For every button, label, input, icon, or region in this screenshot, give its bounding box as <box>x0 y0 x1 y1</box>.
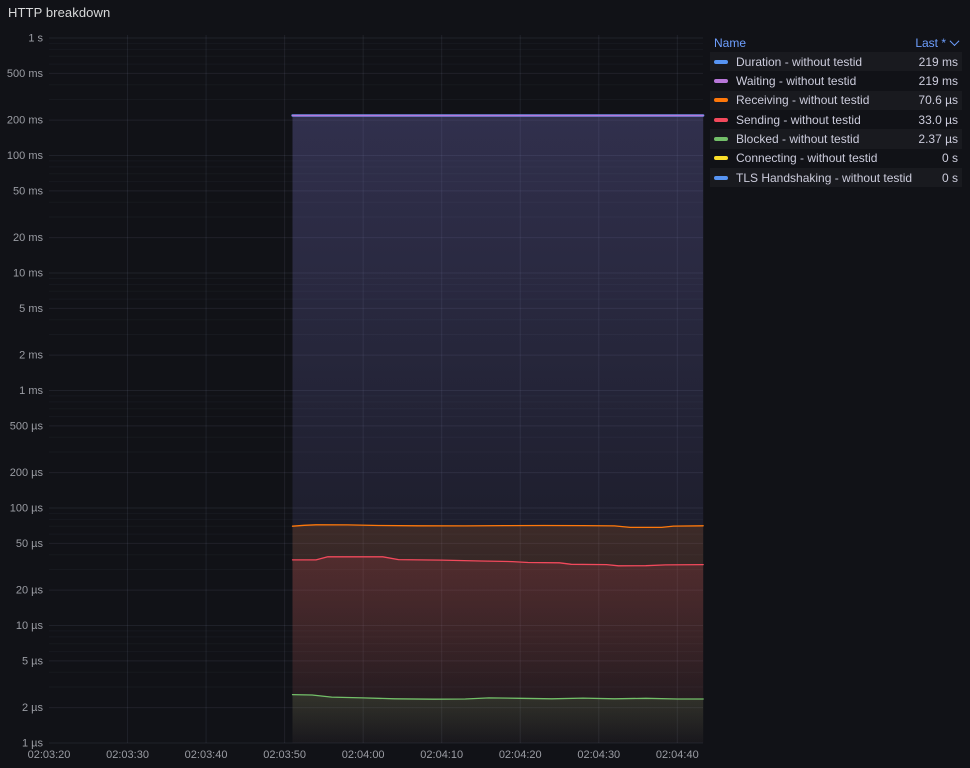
chevron-down-icon <box>949 36 960 47</box>
legend-sort-last[interactable]: Last * <box>915 35 960 50</box>
series-color-swatch[interactable] <box>714 175 728 180</box>
grafana-panel: HTTP breakdown 1 s 500 ms 200 ms 100 ms 50 m… <box>0 0 970 768</box>
y-tick-label: 200 ms <box>7 115 44 127</box>
x-tick-label: 02:04:20 <box>499 749 542 761</box>
series-color-swatch[interactable] <box>714 137 728 142</box>
series-name: Sending - without testid <box>736 112 861 127</box>
y-tick-label: 2 ms <box>19 350 43 362</box>
y-tick-label: 10 µs <box>16 620 44 632</box>
series-color-swatch[interactable] <box>714 156 728 161</box>
series-last-value: 0 s <box>941 151 958 166</box>
y-tick-label: 500 µs <box>10 420 44 432</box>
legend-rows: Duration - without testid 219 ms Waiting… <box>710 52 962 187</box>
series-last-value: 219 ms <box>918 74 958 89</box>
series-color-swatch[interactable] <box>714 117 728 122</box>
y-tick-label: 5 ms <box>19 303 43 315</box>
legend-header: Name Last * <box>710 33 962 52</box>
series-last-value: 0 s <box>941 170 958 185</box>
y-tick-label: 10 ms <box>13 268 43 280</box>
x-tick-label: 02:04:00 <box>342 749 385 761</box>
legend-row-receiving[interactable]: Receiving - without testid 70.6 µs <box>710 91 962 110</box>
series-name: Waiting - without testid <box>736 74 857 89</box>
y-tick-label: 50 ms <box>13 185 43 197</box>
series-name: Blocked - without testid <box>736 132 860 147</box>
series-name: TLS Handshaking - without testid <box>736 170 913 185</box>
legend-row-blocked[interactable]: Blocked - without testid 2.37 µs <box>710 129 962 148</box>
series-color-swatch[interactable] <box>714 98 728 103</box>
y-tick-label: 1 s <box>28 33 43 45</box>
legend-table: Name Last * Duration - without testid 21… <box>710 33 962 187</box>
series-last-value: 33.0 µs <box>918 112 958 127</box>
y-tick-label: 200 µs <box>10 467 44 479</box>
x-tick-label: 02:03:30 <box>106 749 149 761</box>
y-tick-label: 1 ms <box>19 385 43 397</box>
legend-row-waiting[interactable]: Waiting - without testid 219 ms <box>710 71 962 90</box>
legend-row-connecting[interactable]: Connecting - without testid 0 s <box>710 149 962 168</box>
series-name: Receiving - without testid <box>736 93 870 108</box>
y-tick-label: 100 µs <box>10 503 44 515</box>
series-last-value: 70.6 µs <box>918 93 958 108</box>
y-tick-label: 2 µs <box>22 702 44 714</box>
x-tick-label: 02:03:50 <box>263 749 306 761</box>
series-fill <box>292 694 704 743</box>
y-tick-label: 20 µs <box>16 585 44 597</box>
y-tick-label: 5 µs <box>22 655 44 667</box>
x-tick-label: 02:04:30 <box>577 749 620 761</box>
series-name: Duration - without testid <box>736 54 863 69</box>
series-last-value: 219 ms <box>918 54 958 69</box>
x-tick-label: 02:03:20 <box>28 749 71 761</box>
y-tick-label: 20 ms <box>13 232 43 244</box>
legend-sort-name[interactable]: Name <box>714 36 746 50</box>
series-name: Connecting - without testid <box>736 151 878 166</box>
y-tick-label: 1 µs <box>22 738 44 750</box>
legend-row-tls-handshaking[interactable]: TLS Handshaking - without testid 0 s <box>710 168 962 187</box>
series-last-value: 2.37 µs <box>918 132 958 147</box>
x-tick-label: 02:04:10 <box>420 749 463 761</box>
x-tick-label: 02:03:40 <box>185 749 228 761</box>
series-color-swatch[interactable] <box>714 79 728 84</box>
legend-sort-last-label: Last * <box>915 35 946 50</box>
y-tick-label: 100 ms <box>7 150 44 162</box>
y-tick-label: 50 µs <box>16 538 44 550</box>
legend-row-sending[interactable]: Sending - without testid 33.0 µs <box>710 110 962 129</box>
y-tick-label: 500 ms <box>7 68 44 80</box>
series-color-swatch[interactable] <box>714 59 728 64</box>
legend-row-duration[interactable]: Duration - without testid 219 ms <box>710 52 962 71</box>
x-tick-label: 02:04:40 <box>656 749 699 761</box>
